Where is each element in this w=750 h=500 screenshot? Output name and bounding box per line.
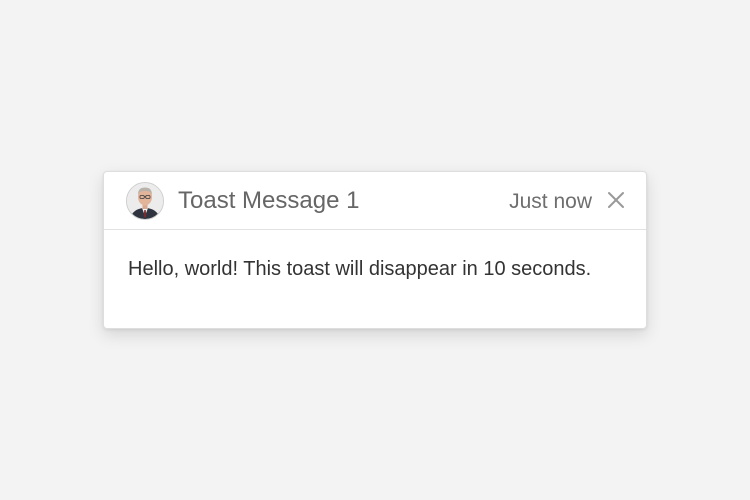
- page-canvas: Toast Message 1 Just now Hello, world! T…: [0, 0, 750, 500]
- toast-notification: Toast Message 1 Just now Hello, world! T…: [103, 171, 647, 329]
- toast-title: Toast Message 1: [178, 187, 360, 214]
- user-avatar-icon: [127, 183, 163, 219]
- close-icon: [608, 192, 624, 208]
- toast-header: Toast Message 1 Just now: [104, 172, 646, 230]
- toast-message: Hello, world! This toast will disappear …: [128, 258, 592, 280]
- avatar: [126, 182, 164, 220]
- close-button[interactable]: [606, 190, 626, 210]
- toast-timestamp: Just now: [509, 190, 592, 213]
